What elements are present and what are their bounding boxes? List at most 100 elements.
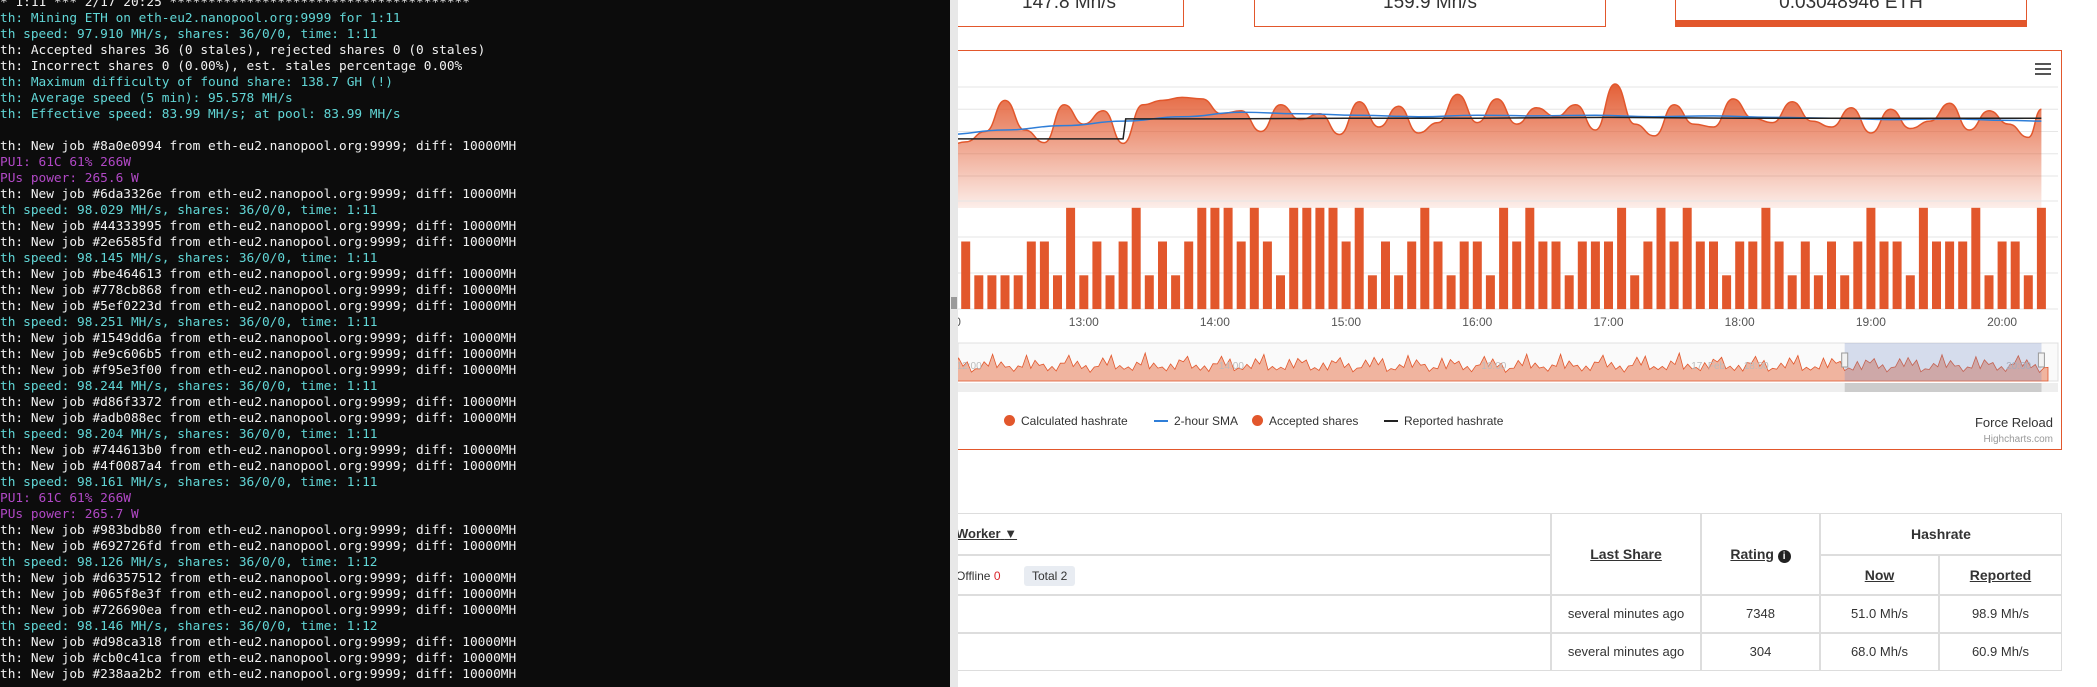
accepted-shares-bar — [2010, 241, 2020, 309]
terminal-line: th: New job #f95e3f00 from eth-eu2.nanop… — [0, 363, 517, 378]
calculated-hashrate-area — [958, 84, 2042, 208]
accepted-shares-bar — [1604, 241, 1613, 309]
accepted-shares-bar — [1420, 207, 1430, 310]
accepted-shares-bar — [1827, 241, 1836, 309]
reported-sort-link[interactable]: Reported — [1970, 567, 2031, 583]
legend-calculated-hashrate[interactable]: Calculated hashrate — [1004, 413, 1128, 429]
accepted-shares-bar — [1669, 241, 1679, 309]
now-sort-link[interactable]: Now — [1865, 567, 1895, 583]
accepted-shares-bar — [1236, 241, 1246, 309]
now-header-cell: Now — [1820, 555, 1939, 595]
rating-cell: 304 — [1701, 633, 1820, 671]
filter-offline[interactable]: Offline 0 — [958, 566, 1009, 586]
terminal-line: th: New job #1549dd6a from eth-eu2.nanop… — [0, 331, 517, 346]
terminal-line: PUs power: 265.6 W — [0, 171, 139, 186]
terminal-line: th: New job #d98ca318 from eth-eu2.nanop… — [0, 635, 517, 650]
highcharts-credits[interactable]: Highcharts.com — [1984, 434, 2053, 445]
navigator-label: 12:00 — [958, 361, 982, 372]
accepted-shares-bar — [1695, 241, 1705, 309]
accepted-shares-bar — [1171, 275, 1181, 310]
accepted-shares-bar — [1499, 207, 1509, 310]
last-share-cell: several minutes ago — [1551, 633, 1701, 671]
hashrate-reported-cell: 98.9 Mh/s — [1939, 595, 2062, 633]
accepted-shares-bar — [1315, 207, 1325, 310]
terminal-line: th speed: 98.029 MH/s, shares: 36/0/0, t… — [0, 203, 378, 218]
accepted-shares-bar — [1262, 241, 1272, 309]
terminal-line: th: New job #778cb868 from eth-eu2.nanop… — [0, 283, 517, 298]
terminal-line: th: Maximum difficulty of found share: 1… — [0, 75, 393, 90]
legend-line-icon — [1154, 420, 1168, 422]
navigator-scrollbar-thumb — [1844, 383, 2042, 392]
terminal-line: PU1: 61C 61% 266W — [0, 491, 131, 506]
terminal-line: th: New job #4f0087a4 from eth-eu2.nanop… — [0, 459, 517, 474]
accepted-shares-bar — [1984, 275, 1994, 310]
scrollbar-thumb[interactable] — [951, 297, 957, 309]
last-share-sort-link[interactable]: Last Share — [1590, 546, 1662, 562]
worker-name-cell[interactable] — [958, 595, 1551, 633]
terminal-line: th: New job #cb0c41ca from eth-eu2.nanop… — [0, 651, 517, 666]
terminal-line: th: New job #44333995 from eth-eu2.nanop… — [0, 219, 517, 234]
accepted-shares-bar — [1276, 275, 1285, 310]
accepted-shares-bar — [2036, 207, 2046, 310]
x-axis-tick-label: 14:00 — [1200, 315, 1230, 329]
terminal-line: th: Effective speed: 83.99 MH/s; at pool… — [0, 107, 401, 122]
accepted-shares-bar — [1564, 275, 1574, 310]
terminal-line: * 1:11 *** 2/17 20:25 ******************… — [0, 0, 470, 10]
accepted-shares-bar — [1039, 241, 1049, 309]
legend-label: Calculated hashrate — [1021, 414, 1128, 428]
accepted-shares-bar — [1800, 241, 1810, 309]
accepted-shares-bar — [1958, 241, 1968, 309]
chart-canvas: :00 13:00 14:00 15:00 16:00 17:00 18:00 19:00 20… — [958, 83, 2059, 392]
accepted-shares-bar — [987, 275, 997, 310]
hashrate-now-cell: 51.0 Mh/s — [1820, 595, 1939, 633]
terminal-line: th: New job #d6357512 from eth-eu2.nanop… — [0, 571, 517, 586]
accepted-shares-bar — [1538, 241, 1548, 309]
legend-sma[interactable]: 2-hour SMA — [1154, 413, 1238, 429]
accepted-shares-bar — [1158, 241, 1167, 309]
accepted-shares-bar — [1748, 241, 1758, 309]
x-axis-tick-label: 18:00 — [1725, 315, 1755, 329]
chevron-down-icon: ▼ — [1004, 526, 1018, 541]
info-icon[interactable]: i — [1777, 550, 1791, 563]
accepted-shares-bar — [1525, 207, 1535, 310]
legend-label: Reported hashrate — [1404, 414, 1504, 428]
terminal-line: th: New job #be464613 from eth-eu2.nanop… — [0, 267, 517, 282]
force-reload-link[interactable]: Force Reload — [1975, 415, 2053, 430]
navigator-label: 17. Feb — [1691, 361, 1725, 372]
legend-accepted-shares[interactable]: Accepted shares — [1252, 413, 1358, 429]
terminal-line: th: New job #8a0e0994 from eth-eu2.nanop… — [0, 139, 517, 154]
last-share-header-cell: Last Share — [1551, 513, 1701, 595]
filter-total[interactable]: Total 2 — [1024, 566, 1076, 586]
terminal-scrollbar[interactable] — [950, 0, 958, 687]
terminal-line: th: Accepted shares 36 (0 stales), rejec… — [0, 43, 486, 58]
accepted-shares-bar — [1997, 241, 2007, 309]
stat-current-hashrate: 147.8 Mh/s — [958, 0, 1184, 27]
accepted-shares-bar — [1210, 207, 1220, 310]
terminal-line: th speed: 97.910 MH/s, shares: 36/0/0, t… — [0, 27, 378, 42]
accepted-shares-bar — [961, 241, 971, 309]
accepted-shares-bar — [1735, 241, 1745, 309]
x-axis-tick-label: 13:00 — [1069, 315, 1099, 329]
legend-reported-hashrate[interactable]: Reported hashrate — [1384, 413, 1503, 429]
accepted-shares-bar — [1026, 241, 1036, 309]
accepted-shares-bar — [1341, 241, 1351, 309]
filter-offline-label: Offline — [958, 569, 991, 583]
terminal-line: th speed: 98.204 MH/s, shares: 36/0/0, t… — [0, 427, 378, 442]
accepted-shares-bar — [1289, 207, 1299, 310]
worker-sort-link[interactable]: Worker ▼ — [958, 526, 1017, 541]
x-axis-tick-label: :00 — [958, 315, 961, 329]
accepted-shares-bar — [1840, 275, 1850, 310]
navigator-label: 16:00 — [1481, 361, 1506, 372]
rating-sort-link[interactable]: Rating — [1730, 546, 1774, 562]
chart-menu-icon[interactable] — [2035, 63, 2051, 77]
x-axis-tick-label: 16:00 — [1462, 315, 1492, 329]
terminal-line: th: Incorrect shares 0 (0.00%), est. sta… — [0, 59, 463, 74]
accepted-shares-bar — [1709, 241, 1718, 309]
accepted-shares-bar — [1656, 207, 1666, 310]
terminal-line: th: Mining ETH on eth-eu2.nanopool.org:9… — [0, 11, 401, 26]
terminal-line: th: New job #5ef0223d from eth-eu2.nanop… — [0, 299, 517, 314]
terminal-line: th: New job #983bdb80 from eth-eu2.nanop… — [0, 523, 517, 538]
worker-name-cell[interactable] — [958, 633, 1551, 671]
accepted-shares-bar — [1000, 275, 1010, 310]
hashrate-chart: :00 13:00 14:00 15:00 16:00 17:00 18:00 19:00 20… — [958, 50, 2062, 450]
